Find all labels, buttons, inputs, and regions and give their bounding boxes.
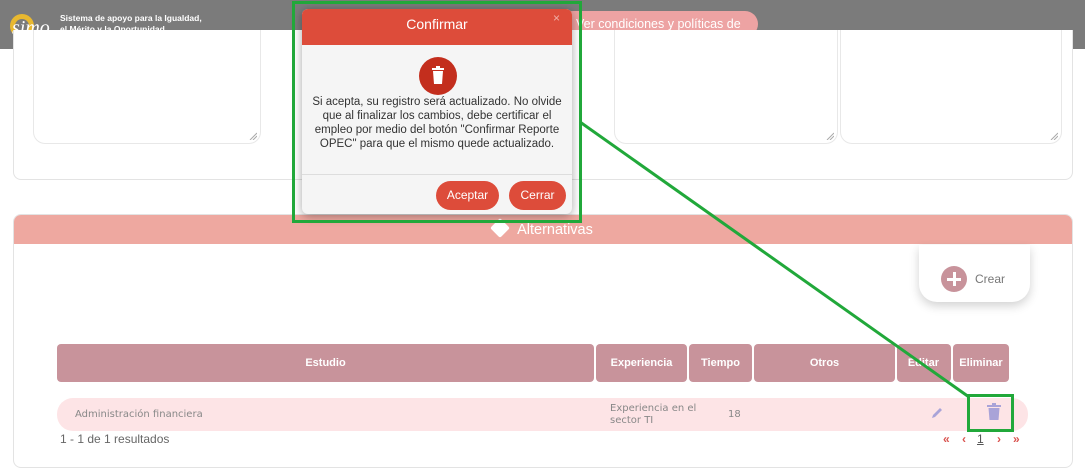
annotation-arrow <box>579 120 970 399</box>
